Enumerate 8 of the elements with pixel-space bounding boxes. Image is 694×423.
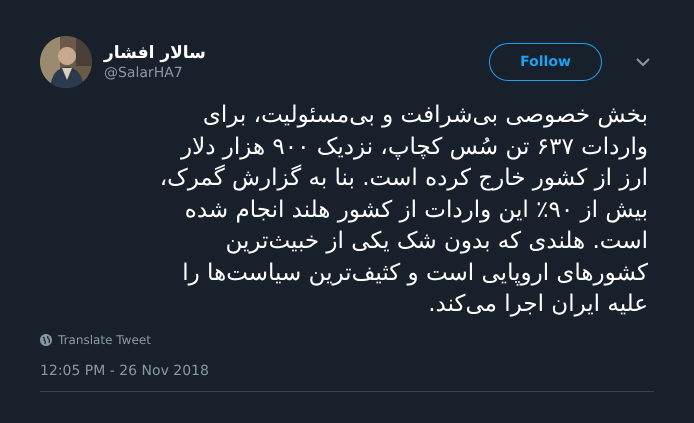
timestamp[interactable]: 12:05 PM - 26 Nov 2018 (40, 362, 654, 378)
author-handle[interactable]: @SalarHA7 (104, 65, 477, 81)
follow-button[interactable]: Follow (489, 43, 602, 81)
author-name[interactable]: سالار افشار (104, 43, 477, 63)
translate-link[interactable]: Translate Tweet (58, 332, 151, 346)
globe-icon (40, 334, 52, 346)
chevron-down-icon[interactable] (636, 57, 650, 67)
tweet-text: بخش خصوصی بی‌شرافت و بی‌مسئولیت، برای واردات ۶۳۷ تن سُس کچاپ، نزدیک ۹۰۰ هزار دلار ارز از کشور خارج کرده است. بنا به گزارش گمرک، بیش از ۹۰٪ این واردات از کشور هلند انجام شده است. هلندی که بدون شک یکی از خبیث‌ترین کشورهای اروپایی است و کثیف‌ترین سیاست‌ها را علیه ایران اجرا می‌کند. (158, 101, 648, 319)
